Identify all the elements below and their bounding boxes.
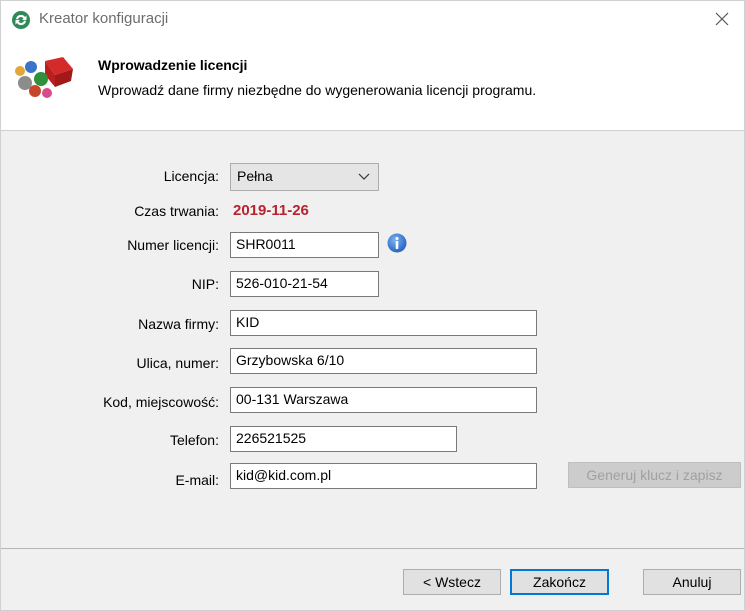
wizard-header: Wprowadzenie licencji Wprowadź dane firm… xyxy=(1,37,744,130)
page-title: Wprowadzenie licencji xyxy=(98,57,248,73)
license-form: Licencja: Pełna Czas trwania: 2019-11-26… xyxy=(1,131,744,548)
city-field[interactable]: 00-131 Warszawa xyxy=(230,387,537,413)
license-label: Licencja: xyxy=(163,168,219,184)
city-label: Kod, miejscowość: xyxy=(103,394,219,410)
street-label: Ulica, numer: xyxy=(136,355,219,371)
email-label: E-mail: xyxy=(175,472,219,488)
window-title: Kreator konfiguracji xyxy=(39,10,169,27)
duration-value: 2019-11-26 xyxy=(233,202,309,219)
duration-label: Czas trwania: xyxy=(134,203,219,219)
wizard-window: Kreator konfiguracji Wprowadzenie licenc… xyxy=(0,0,745,611)
cancel-button[interactable]: Anuluj xyxy=(643,569,741,595)
company-label: Nazwa firmy: xyxy=(138,316,219,332)
nip-label: NIP: xyxy=(191,276,219,292)
wizard-footer: < Wstecz Zakończ Anuluj xyxy=(1,549,744,610)
phone-label: Telefon: xyxy=(169,432,219,448)
license-type-value: Pełna xyxy=(237,168,273,184)
finish-button[interactable]: Zakończ xyxy=(510,569,609,595)
back-button[interactable]: < Wstecz xyxy=(403,569,501,595)
nip-field[interactable]: 526-010-21-54 xyxy=(230,271,379,297)
page-subtitle: Wprowadź dane firmy niezbędne do wygener… xyxy=(98,82,537,98)
close-icon xyxy=(715,12,729,26)
street-field[interactable]: Grzybowska 6/10 xyxy=(230,348,537,374)
info-icon[interactable] xyxy=(387,233,407,253)
license-type-select[interactable]: Pełna xyxy=(230,163,379,191)
license-number-field[interactable]: SHR0011 xyxy=(230,232,379,258)
license-cubes-icon xyxy=(15,57,73,98)
chevron-down-icon xyxy=(358,173,370,180)
phone-field[interactable]: 226521525 xyxy=(230,426,457,452)
license-number-label: Numer licencji: xyxy=(127,237,219,253)
close-button[interactable] xyxy=(708,6,736,32)
generate-key-button[interactable]: Generuj klucz i zapisz xyxy=(568,462,741,488)
title-bar: Kreator konfiguracji xyxy=(1,1,744,37)
refresh-app-icon xyxy=(12,11,30,29)
email-field[interactable]: kid@kid.com.pl xyxy=(230,463,537,489)
company-name-field[interactable]: KID xyxy=(230,310,537,336)
